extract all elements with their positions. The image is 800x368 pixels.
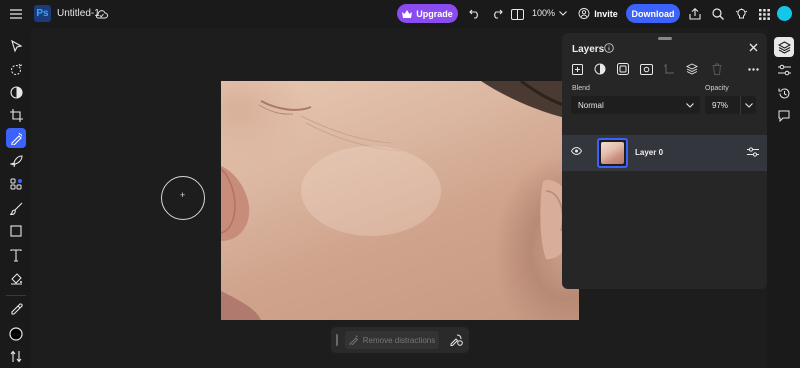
close-icon[interactable] <box>749 43 758 52</box>
hamburger-menu-icon[interactable] <box>6 4 26 24</box>
blend-mode-select[interactable]: Normal <box>571 96 700 114</box>
type-tool-icon[interactable] <box>6 245 26 265</box>
swap-colors-icon[interactable] <box>6 346 26 366</box>
layers-panel-toggle-icon[interactable] <box>774 37 794 57</box>
remove-distractions-label: Remove distractions <box>362 335 436 345</box>
search-icon[interactable] <box>708 4 728 24</box>
brush-settings-icon[interactable] <box>448 332 464 348</box>
eyedropper-tool-icon[interactable] <box>6 299 26 319</box>
comments-icon[interactable] <box>774 106 794 126</box>
crown-icon <box>402 9 413 18</box>
upgrade-button[interactable]: Upgrade <box>397 4 458 23</box>
info-icon[interactable] <box>604 43 614 53</box>
properties-sliders-icon[interactable] <box>774 60 794 80</box>
left-toolbar <box>0 28 31 368</box>
add-image-icon[interactable] <box>639 62 653 76</box>
chevron-down-icon <box>559 10 567 16</box>
brush-cursor <box>161 176 205 220</box>
remove-distractions-button[interactable]: Remove distractions <box>345 331 439 349</box>
toolbar-divider <box>6 295 26 296</box>
top-bar: Ps Untitled-1 Upgrade 100% Invite Downlo… <box>0 0 800 28</box>
select-tool-icon[interactable] <box>6 36 26 56</box>
quick-select-tool-icon[interactable] <box>6 59 26 79</box>
quick-actions-rocket-icon[interactable] <box>6 151 26 171</box>
blend-value: Normal <box>578 100 604 110</box>
right-rail <box>767 28 800 368</box>
layer-properties-icon[interactable] <box>747 147 759 157</box>
foreground-color-swatch[interactable] <box>6 324 26 344</box>
eye-visibility-icon[interactable] <box>571 147 582 155</box>
panel-grip[interactable] <box>658 37 672 40</box>
adjustment-layer-icon[interactable] <box>593 62 607 76</box>
opacity-label: Opacity <box>705 85 729 92</box>
add-person-icon <box>578 8 590 19</box>
history-icon[interactable] <box>774 83 794 103</box>
undo-icon[interactable] <box>465 4 485 24</box>
download-button[interactable]: Download <box>626 4 680 23</box>
layer-thumbnail-image <box>601 142 624 164</box>
drag-handle[interactable] <box>336 334 338 346</box>
opacity-input[interactable]: 97% <box>705 96 756 114</box>
blend-label: Blend <box>572 85 590 92</box>
face-photo-artwork <box>221 81 579 320</box>
fill-tool-icon[interactable] <box>6 268 26 288</box>
delete-layer-icon <box>710 62 724 76</box>
shape-tool-icon[interactable] <box>6 221 26 241</box>
user-avatar[interactable] <box>777 6 792 21</box>
opacity-dropdown-button[interactable] <box>740 96 756 114</box>
crop-tool-icon[interactable] <box>6 105 26 125</box>
panel-title: Layers <box>572 44 605 55</box>
invite-button[interactable]: Invite <box>574 4 622 23</box>
apps-grid-icon[interactable] <box>754 4 774 24</box>
brush-tool-icon[interactable] <box>6 198 26 218</box>
zoom-dropdown[interactable]: 100% <box>532 8 567 18</box>
layer-thumbnail[interactable] <box>597 138 628 168</box>
canvas-image[interactable] <box>221 81 579 320</box>
adjust-tool-icon[interactable] <box>6 82 26 102</box>
opacity-value: 97% <box>712 100 729 110</box>
generative-tool-icon[interactable] <box>6 174 26 194</box>
layers-panel: Layers Blend Normal Opacity 97% Layer 0 <box>562 33 767 289</box>
contextual-task-bar: Remove distractions <box>331 327 469 353</box>
share-icon[interactable] <box>685 4 705 24</box>
compare-view-icon[interactable] <box>507 4 527 24</box>
more-options-icon[interactable] <box>746 62 760 76</box>
zoom-level: 100% <box>532 8 556 18</box>
cloud-sync-icon[interactable] <box>91 4 111 24</box>
layer-stack-icon[interactable] <box>685 62 699 76</box>
add-mask-icon[interactable] <box>616 62 630 76</box>
redo-icon[interactable] <box>487 4 507 24</box>
photoshop-logo: Ps <box>34 5 51 22</box>
chevron-down-icon <box>744 102 753 108</box>
clip-layer-icon <box>662 62 676 76</box>
chevron-down-icon <box>686 103 694 108</box>
invite-label: Invite <box>594 8 618 19</box>
add-layer-icon[interactable] <box>570 62 584 76</box>
discover-bulb-icon[interactable] <box>731 4 751 24</box>
healing-brush-tool-icon[interactable] <box>6 128 26 148</box>
layer-row[interactable]: Layer 0 <box>562 135 767 171</box>
upgrade-label: Upgrade <box>416 8 453 19</box>
magic-brush-icon <box>349 335 358 345</box>
layer-name[interactable]: Layer 0 <box>635 148 663 157</box>
